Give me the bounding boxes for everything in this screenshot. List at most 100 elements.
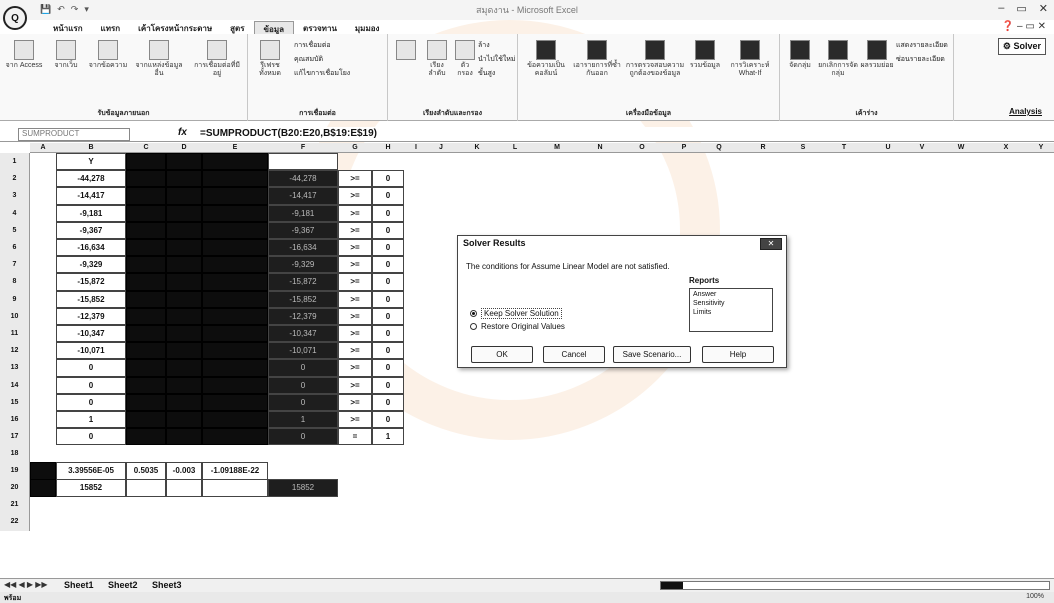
from-access-button[interactable]: จาก Access xyxy=(4,40,44,70)
cell-c1[interactable] xyxy=(126,153,166,171)
cell-d[interactable] xyxy=(166,428,202,446)
cell-f[interactable]: -44,278 xyxy=(268,170,338,188)
cell-b[interactable]: -12,379 xyxy=(56,307,126,325)
row-header[interactable]: 18 xyxy=(0,445,30,463)
row-header[interactable]: 13 xyxy=(0,359,30,377)
cell-e[interactable] xyxy=(202,428,268,446)
column-header[interactable]: X xyxy=(984,143,1028,153)
column-header[interactable]: L xyxy=(500,143,530,153)
cell-e[interactable] xyxy=(202,411,268,429)
subtotal-button[interactable]: ผลรวมย่อย xyxy=(860,40,894,70)
cell-c[interactable] xyxy=(126,290,166,308)
cell-b20[interactable]: 15852 xyxy=(56,479,126,497)
tab-review[interactable]: ตรวจทาน xyxy=(294,21,346,34)
cell-h[interactable]: 0 xyxy=(372,342,404,360)
existing-connections-button[interactable]: การเชื่อมต่อที่มีอยู่ xyxy=(190,40,244,77)
ungroup-button[interactable]: ยกเลิกการจัดกลุ่ม xyxy=(818,40,858,77)
cell-g[interactable]: >= xyxy=(338,204,372,222)
cell-b[interactable]: 0 xyxy=(56,376,126,394)
cell-c[interactable] xyxy=(126,428,166,446)
cell-d[interactable] xyxy=(166,239,202,257)
cell-e[interactable] xyxy=(202,221,268,239)
cell-c20[interactable] xyxy=(126,479,166,497)
cell-d1[interactable] xyxy=(166,153,202,171)
column-header[interactable]: U xyxy=(870,143,906,153)
ok-button[interactable]: OK xyxy=(471,346,533,363)
column-header[interactable]: D xyxy=(166,143,202,153)
cell-b19[interactable]: 3.39556E-05 xyxy=(56,462,126,480)
cell-e20[interactable] xyxy=(202,479,268,497)
column-header[interactable]: Q xyxy=(700,143,738,153)
name-box[interactable]: SUMPRODUCT xyxy=(18,128,130,141)
column-header[interactable]: Y xyxy=(1028,143,1054,153)
cell-c[interactable] xyxy=(126,342,166,360)
cell-g[interactable]: >= xyxy=(338,273,372,291)
cell-c[interactable] xyxy=(126,376,166,394)
row-header[interactable]: 15 xyxy=(0,393,30,411)
restore-radio[interactable] xyxy=(470,323,477,330)
close-icon[interactable]: ✕ xyxy=(760,238,782,250)
close-icon[interactable]: ✕ xyxy=(1039,2,1048,15)
report-answer[interactable]: Answer xyxy=(693,290,769,299)
show-detail[interactable]: แสดงรายละเอียด xyxy=(896,40,948,51)
row-header[interactable]: 9 xyxy=(0,290,30,308)
cell-b[interactable]: -9,181 xyxy=(56,204,126,222)
report-limits[interactable]: Limits xyxy=(693,308,769,317)
cell-c[interactable] xyxy=(126,221,166,239)
cell-f[interactable]: 0 xyxy=(268,393,338,411)
sort-button[interactable]: เรียงลำดับ xyxy=(422,40,452,77)
from-text-button[interactable]: จากข้อความ xyxy=(88,40,128,70)
text-to-columns-button[interactable]: ข้อความเป็นคอลัมน์ xyxy=(522,40,570,77)
cell-b[interactable]: -15,872 xyxy=(56,273,126,291)
cell-f[interactable]: -12,379 xyxy=(268,307,338,325)
cell-h[interactable]: 0 xyxy=(372,221,404,239)
cell-h[interactable]: 0 xyxy=(372,290,404,308)
minimize-icon[interactable]: – xyxy=(998,2,1004,15)
column-header[interactable]: W xyxy=(938,143,984,153)
tab-page-layout[interactable]: เค้าโครงหน้ากระดาษ xyxy=(129,21,221,34)
cell-d[interactable] xyxy=(166,204,202,222)
cell-c[interactable] xyxy=(126,393,166,411)
column-header[interactable]: O xyxy=(616,143,668,153)
cell-h[interactable]: 0 xyxy=(372,256,404,274)
sort-az-button[interactable] xyxy=(392,40,420,62)
cell-b[interactable]: 0 xyxy=(56,359,126,377)
cell-e[interactable] xyxy=(202,342,268,360)
filter-button[interactable]: ตัวกรอง xyxy=(454,40,476,77)
cell-c19[interactable]: 0.5035 xyxy=(126,462,166,480)
cell-b[interactable]: -44,278 xyxy=(56,170,126,188)
from-web-button[interactable]: จากเว็บ xyxy=(48,40,84,70)
what-if-button[interactable]: การวิเคราะห์ What-If xyxy=(724,40,776,77)
row-header[interactable]: 3 xyxy=(0,187,30,205)
clear-filter[interactable]: ล้าง xyxy=(478,40,490,51)
cell-c[interactable] xyxy=(126,239,166,257)
row-header[interactable]: 19 xyxy=(0,462,30,480)
column-header[interactable]: I xyxy=(404,143,428,153)
cell-b[interactable]: 0 xyxy=(56,428,126,446)
cell-h[interactable]: 0 xyxy=(372,359,404,377)
cell-e[interactable] xyxy=(202,307,268,325)
column-header[interactable]: K xyxy=(454,143,500,153)
tab-formulas[interactable]: สูตร xyxy=(221,21,253,34)
cell-b[interactable]: -16,634 xyxy=(56,239,126,257)
cell-h[interactable]: 0 xyxy=(372,204,404,222)
cell-g[interactable]: >= xyxy=(338,376,372,394)
help-button[interactable]: Help xyxy=(702,346,774,363)
cell-h[interactable]: 1 xyxy=(372,428,404,446)
column-header[interactable]: N xyxy=(584,143,616,153)
cell-h[interactable]: 0 xyxy=(372,325,404,343)
cell-b[interactable]: -14,417 xyxy=(56,187,126,205)
tab-data[interactable]: ข้อมูล xyxy=(253,21,294,34)
cell-f[interactable]: -9,367 xyxy=(268,221,338,239)
cell-d[interactable] xyxy=(166,376,202,394)
column-header[interactable]: M xyxy=(530,143,584,153)
row-header[interactable]: 16 xyxy=(0,411,30,429)
cell-h[interactable]: 0 xyxy=(372,239,404,257)
reports-list[interactable]: Answer Sensitivity Limits xyxy=(689,288,773,332)
edit-links-link[interactable]: แก้ไขการเชื่อมโยง xyxy=(294,68,350,79)
cell-d[interactable] xyxy=(166,307,202,325)
cell-b[interactable]: -9,329 xyxy=(56,256,126,274)
row-header[interactable]: 11 xyxy=(0,325,30,343)
column-header[interactable]: J xyxy=(428,143,454,153)
row-header[interactable]: 8 xyxy=(0,273,30,291)
